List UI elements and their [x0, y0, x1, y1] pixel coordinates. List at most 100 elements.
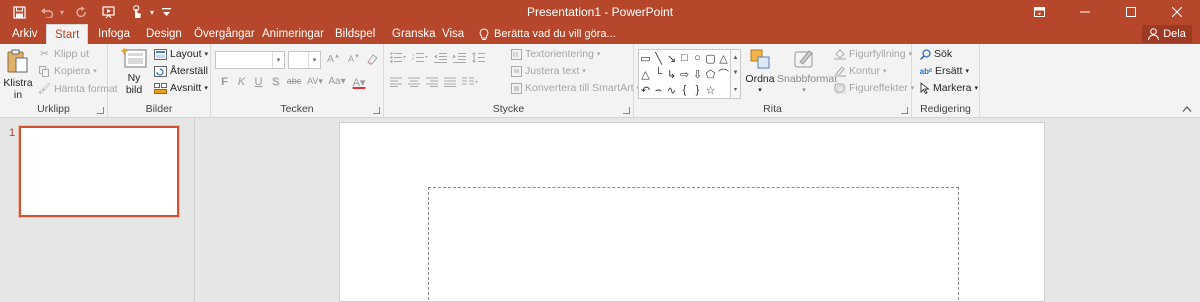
font-dialog-launcher-icon[interactable] [373, 107, 380, 114]
gallery-down-icon[interactable]: ▼ [733, 70, 739, 76]
copy-button[interactable]: Kopiera ▾ [38, 65, 97, 77]
right-arrow-shape-icon[interactable]: ⇨ [678, 66, 691, 82]
font-color-icon[interactable]: A▾ [349, 76, 369, 89]
find-button[interactable]: Sök [920, 48, 952, 60]
tab-transitions[interactable]: Övergångar [186, 24, 263, 44]
align-text-button[interactable]: Justera text ▾ [511, 65, 586, 77]
section-button[interactable]: Avsnitt ▾ [154, 82, 208, 94]
down-arrow-shape-icon[interactable]: ⇩ [691, 66, 704, 82]
tab-design[interactable]: Design [138, 24, 190, 44]
content-placeholder[interactable] [428, 187, 959, 302]
align-text-dropdown-icon[interactable]: ▾ [582, 67, 586, 75]
paragraph-dialog-launcher-icon[interactable] [623, 107, 630, 114]
freeform-shape-icon[interactable]: ↶ [639, 82, 652, 98]
cut-button[interactable]: ✂ Klipp ut [38, 48, 89, 60]
select-button[interactable]: Markera ▾ [920, 82, 978, 94]
convert-smartart-button[interactable]: Konvertera till SmartArt ▾ [511, 82, 640, 94]
collapse-ribbon-icon[interactable] [1182, 105, 1192, 113]
close-icon[interactable] [1154, 0, 1200, 24]
arrange-button[interactable]: Ordna ▾ [745, 48, 775, 97]
tell-me-box[interactable]: Berätta vad du vill göra... [479, 24, 616, 44]
minimize-icon[interactable] [1062, 0, 1108, 24]
character-spacing-icon[interactable]: AV▾ [305, 76, 325, 89]
increase-indent-icon[interactable] [453, 52, 466, 66]
triangle-shape-icon[interactable]: △ [639, 66, 652, 82]
gallery-up-icon[interactable]: ▲ [733, 55, 739, 61]
maximize-icon[interactable] [1108, 0, 1154, 24]
strikethrough-icon[interactable]: abc [285, 76, 303, 89]
quick-styles-dropdown-icon[interactable]: ▾ [777, 85, 831, 97]
align-center-icon[interactable] [408, 77, 420, 90]
oval-shape-icon[interactable]: ○ [691, 50, 704, 66]
left-brace-shape-icon[interactable]: { [678, 82, 691, 98]
replace-dropdown-icon[interactable]: ▾ [965, 67, 969, 75]
reset-button[interactable]: Återställ [154, 65, 208, 77]
text-direction-dropdown-icon[interactable]: ▾ [597, 50, 601, 58]
font-size-dropdown-icon[interactable]: ▾ [308, 52, 320, 68]
shape-effects-button[interactable]: Figureffekter ▾ [834, 82, 914, 94]
curve-shape-icon[interactable]: ⌒ [717, 66, 730, 82]
section-dropdown-icon[interactable]: ▾ [204, 84, 208, 92]
numbering-icon[interactable]: 12 [412, 52, 428, 66]
layout-button[interactable]: Layout ▾ [154, 48, 208, 60]
tab-view[interactable]: Visa [434, 24, 472, 44]
font-name-dropdown-icon[interactable]: ▾ [272, 52, 284, 68]
bold-icon[interactable]: F [217, 76, 232, 89]
textbox-shape-icon[interactable]: ▭ [639, 50, 652, 66]
italic-icon[interactable]: K [234, 76, 249, 89]
new-slide-button[interactable]: Ny bild [120, 47, 148, 96]
star-shape-icon[interactable]: ☆ [704, 82, 717, 98]
arc-shape-icon[interactable]: ∿ [665, 82, 678, 98]
rounded-rect-shape-icon[interactable]: ▢ [704, 50, 717, 66]
elbow-connector-shape-icon[interactable]: └ [652, 66, 665, 82]
shape-outline-dropdown-icon[interactable]: ▾ [883, 67, 887, 75]
curved-connector-shape-icon[interactable]: ⌢ [652, 82, 665, 98]
tab-home[interactable]: Start [46, 24, 89, 45]
shape-fill-button[interactable]: Figurfyllning ▾ [834, 48, 912, 60]
quick-styles-button[interactable]: Snabbformat ▾ [777, 48, 837, 97]
text-direction-button[interactable]: Textorientering ▾ [511, 48, 600, 60]
tab-file[interactable]: Arkiv [4, 24, 46, 44]
replace-button[interactable]: ab c Ersätt ▾ [920, 65, 969, 77]
shadow-icon[interactable]: S [268, 76, 283, 89]
decrease-indent-icon[interactable] [434, 52, 447, 66]
tab-slideshow[interactable]: Bildspel [327, 24, 383, 44]
gallery-more-icon[interactable]: ▾ [734, 86, 737, 93]
line-spacing-icon[interactable] [472, 52, 488, 66]
right-brace-shape-icon[interactable]: } [691, 82, 704, 98]
columns-icon[interactable] [462, 77, 478, 90]
paste-button[interactable]: Klistra in [3, 48, 33, 101]
align-right-icon[interactable] [426, 77, 438, 90]
clipboard-dialog-launcher-icon[interactable] [97, 107, 104, 114]
drawing-dialog-launcher-icon[interactable] [901, 107, 908, 114]
triangle-shape-icon[interactable]: △ [717, 50, 730, 66]
slide-canvas[interactable] [339, 122, 1045, 302]
line-shape-icon[interactable]: ╲ [652, 50, 665, 66]
shapes-gallery-scroller[interactable]: ▲ ▼ ▾ [731, 49, 741, 99]
select-dropdown-icon[interactable]: ▾ [975, 84, 979, 92]
align-left-icon[interactable] [390, 77, 402, 90]
layout-dropdown-icon[interactable]: ▾ [205, 50, 209, 58]
slide-thumbnail[interactable] [19, 126, 179, 217]
copy-dropdown-icon[interactable]: ▾ [93, 67, 97, 75]
change-case-icon[interactable]: Aa▾ [327, 76, 347, 89]
clear-formatting-icon[interactable] [366, 53, 378, 65]
tab-insert[interactable]: Infoga [90, 24, 138, 44]
elbow-arrow-shape-icon[interactable]: ↳ [665, 66, 678, 82]
shapes-gallery[interactable]: ▭ ╲ ↘ □ ○ ▢ △ △ └ ↳ ⇨ ⇩ ⬠ ⌒ ↶ ⌢ ∿ { } ☆ [638, 49, 731, 99]
bullets-icon[interactable] [390, 52, 406, 66]
grow-font-icon[interactable]: A▲ [327, 53, 340, 65]
justify-icon[interactable] [444, 77, 456, 90]
font-name-combobox[interactable]: ▾ [215, 51, 285, 69]
arrow-line-shape-icon[interactable]: ↘ [665, 50, 678, 66]
share-button[interactable]: Dela [1142, 25, 1192, 43]
shape-outline-button[interactable]: Kontur ▾ [834, 65, 886, 77]
arrange-dropdown-icon[interactable]: ▾ [745, 85, 775, 97]
ribbon-display-options-icon[interactable] [1016, 0, 1062, 24]
rectangle-shape-icon[interactable]: □ [678, 50, 691, 66]
underline-icon[interactable]: U [251, 76, 266, 89]
tab-animations[interactable]: Animeringar [254, 24, 332, 44]
snip-rect-shape-icon[interactable]: ⬠ [704, 66, 717, 82]
shrink-font-icon[interactable]: A▼ [348, 54, 360, 64]
format-painter-button[interactable]: 🖌 Hämta format [38, 82, 118, 96]
